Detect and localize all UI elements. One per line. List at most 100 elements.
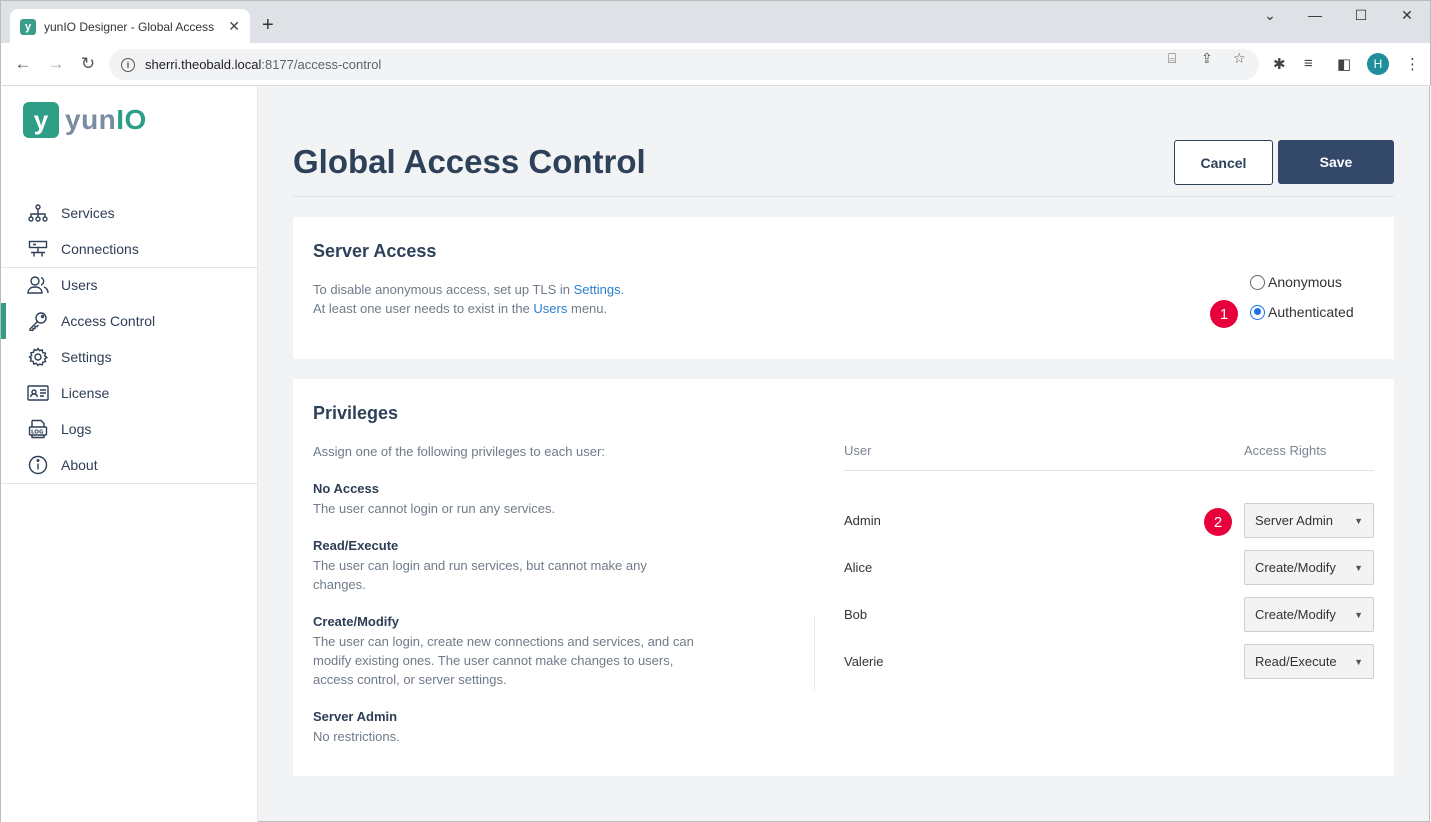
- users-icon: [27, 274, 49, 296]
- column-header-user: User: [844, 443, 872, 458]
- privileges-intro: Assign one of the following privileges t…: [313, 444, 605, 459]
- sidebar: y yunIO Services Connections Users Acces…: [0, 86, 258, 822]
- main-content: Global Access Control Cancel Save Server…: [258, 86, 1430, 822]
- logo-mark-icon: y: [23, 102, 59, 138]
- sidebar-item-label: Logs: [61, 421, 92, 437]
- sidebar-item-settings[interactable]: Settings: [1, 339, 258, 375]
- sidebar-item-label: About: [61, 457, 98, 473]
- radio-authenticated[interactable]: Authenticated: [1250, 304, 1354, 320]
- user-name: Bob: [844, 607, 868, 622]
- logo-wordmark: yunIO: [65, 104, 147, 136]
- column-header-access-rights: Access Rights: [1244, 443, 1327, 458]
- sidebar-item-logs[interactable]: LOG Logs: [1, 411, 258, 447]
- profile-avatar[interactable]: H: [1367, 53, 1389, 75]
- radio-button[interactable]: [1250, 304, 1265, 320]
- back-icon[interactable]: ←: [13, 54, 33, 74]
- sidebar-item-connections[interactable]: Connections: [1, 231, 258, 267]
- sidebar-item-label: Settings: [61, 349, 112, 365]
- page-title: Global Access Control: [293, 143, 646, 180]
- server-access-desc-text: menu.: [567, 301, 608, 316]
- table-header-rule: [844, 470, 1374, 471]
- app-logo[interactable]: y yunIO: [23, 102, 147, 138]
- sidebar-item-label: Users: [61, 277, 98, 293]
- user-name: Alice: [844, 560, 873, 575]
- save-button[interactable]: Save: [1278, 140, 1394, 184]
- dropdown-caret-icon: ▼: [1354, 610, 1363, 620]
- callout-badge-1: 1: [1210, 300, 1238, 328]
- reload-icon[interactable]: ↻: [78, 54, 98, 74]
- tab-search-icon[interactable]: ⌄: [1260, 7, 1280, 24]
- server-access-desc-2: At least one user needs to exist in the …: [313, 301, 607, 316]
- user-name: Valerie: [844, 654, 884, 669]
- privilege-desc: The user cannot login or run any service…: [313, 501, 556, 516]
- url-field[interactable]: i sherri.theobald.local:8177/access-cont…: [109, 49, 1259, 80]
- users-link[interactable]: Users: [533, 301, 567, 316]
- callout-badge-2: 2: [1204, 508, 1232, 536]
- media-icon[interactable]: ≡: [1304, 55, 1313, 72]
- sidebar-item-users[interactable]: Users: [1, 267, 258, 303]
- logs-icon: LOG: [27, 418, 49, 440]
- bookmark-star-icon[interactable]: ☆: [1233, 50, 1246, 67]
- sidebar-item-access-control[interactable]: Access Control: [1, 303, 258, 339]
- server-access-desc-text: At least one user needs to exist in the: [313, 301, 534, 316]
- select-value: Server Admin: [1255, 513, 1334, 528]
- sidebar-item-about[interactable]: About: [1, 447, 258, 483]
- translate-icon[interactable]: ⌸: [1168, 50, 1176, 67]
- id-card-icon: [27, 382, 49, 404]
- radio-anonymous[interactable]: Anonymous: [1250, 274, 1342, 290]
- info-icon: [27, 454, 49, 476]
- access-rights-select[interactable]: Server Admin ▼: [1244, 503, 1374, 538]
- window-close-icon[interactable]: ✕: [1397, 7, 1417, 24]
- svg-text:LOG: LOG: [31, 430, 44, 436]
- access-rights-select[interactable]: Create/Modify ▼: [1244, 550, 1374, 585]
- privilege-name: Create/Modify: [313, 614, 399, 629]
- privilege-name: Read/Execute: [313, 538, 399, 553]
- privilege-desc: No restrictions.: [313, 729, 400, 744]
- title-divider: [293, 196, 1394, 197]
- extensions-icon[interactable]: ✱: [1273, 55, 1286, 73]
- sidebar-divider: [1, 483, 258, 484]
- cancel-button[interactable]: Cancel: [1174, 140, 1273, 185]
- privileges-title: Privileges: [313, 403, 399, 423]
- key-icon: [27, 310, 49, 332]
- radio-label: Anonymous: [1268, 274, 1342, 290]
- gear-icon: [27, 346, 49, 368]
- select-value: Read/Execute: [1255, 654, 1337, 669]
- radio-label: Authenticated: [1268, 304, 1354, 320]
- url-host: sherri.theobald.local: [145, 57, 262, 72]
- privilege-name: Server Admin: [313, 709, 398, 724]
- access-rights-select[interactable]: Create/Modify ▼: [1244, 597, 1374, 632]
- sidebar-item-label: Access Control: [61, 313, 156, 329]
- forward-icon[interactable]: →: [46, 54, 66, 74]
- privilege-name: No Access: [313, 481, 379, 496]
- close-tab-icon[interactable]: ✕: [228, 18, 240, 35]
- new-tab-icon[interactable]: +: [262, 15, 274, 35]
- server-access-desc-text: To disable anonymous access, set up TLS …: [313, 282, 574, 297]
- site-info-icon[interactable]: i: [121, 57, 135, 72]
- sidebar-item-label: License: [61, 385, 110, 401]
- privilege-desc: The user can login, create new connectio…: [313, 634, 694, 687]
- favicon-icon: y: [20, 18, 36, 35]
- browser-menu-icon[interactable]: ⋮: [1405, 55, 1420, 73]
- browser-tab[interactable]: y yunIO Designer - Global Access ✕: [10, 9, 250, 44]
- logo-wordmark-b: IO: [116, 104, 147, 135]
- radio-button[interactable]: [1250, 274, 1265, 290]
- sidebar-item-label: Services: [61, 205, 115, 221]
- sidebar-item-services[interactable]: Services: [1, 195, 258, 231]
- sidebar-item-license[interactable]: License: [1, 375, 258, 411]
- sidebar-item-label: Connections: [61, 241, 139, 257]
- tab-title: yunIO Designer - Global Access: [44, 19, 215, 34]
- dropdown-caret-icon: ▼: [1354, 516, 1363, 526]
- settings-link[interactable]: Settings: [574, 282, 621, 297]
- url-path: :8177/access-control: [261, 57, 382, 72]
- server-access-title: Server Access: [313, 241, 437, 261]
- side-panel-icon[interactable]: ◧: [1337, 55, 1351, 73]
- column-divider: [814, 616, 815, 691]
- maximize-icon[interactable]: ☐: [1351, 7, 1371, 24]
- access-rights-select[interactable]: Read/Execute ▼: [1244, 644, 1374, 679]
- share-icon[interactable]: ⇪: [1201, 50, 1213, 67]
- select-value: Create/Modify: [1255, 607, 1336, 622]
- minimize-icon[interactable]: —: [1305, 7, 1325, 23]
- user-name: Admin: [844, 513, 881, 528]
- dropdown-caret-icon: ▼: [1354, 563, 1363, 573]
